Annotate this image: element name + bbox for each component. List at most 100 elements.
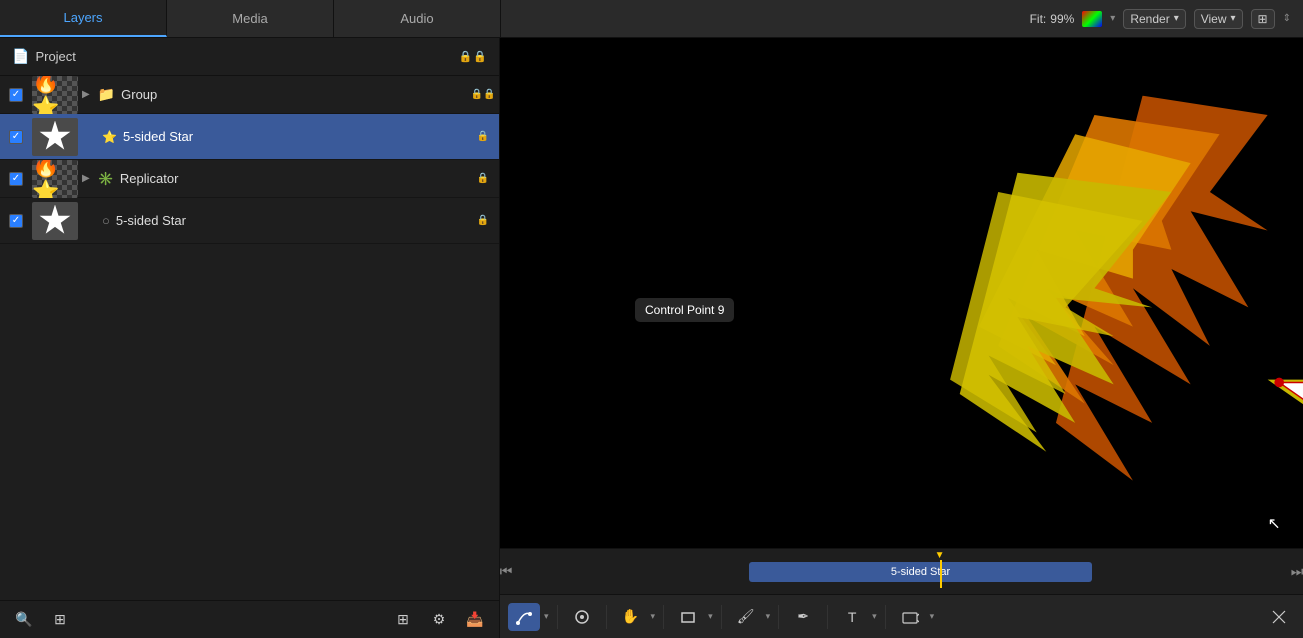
layer-name-replicator[interactable]: Replicator <box>120 171 179 186</box>
tab-spacer <box>501 0 1018 37</box>
layer-info-group: ▶ 📁 Group <box>82 86 467 103</box>
top-right-controls: Fit: 99% ▾ Render View ⊞ ⇕ <box>1018 0 1303 37</box>
bottom-bar: ⏮ 5-sided Star ⏭ <box>500 548 1303 638</box>
layer-lock-star1[interactable]: 🔒 <box>467 131 499 142</box>
layer-row-replicator[interactable]: 🔥⭐ ▶ ✳️ Replicator 🔒 <box>0 160 499 198</box>
right-toolbar-tools <box>1263 603 1295 631</box>
color-dropdown-arrow[interactable]: ▾ <box>1110 13 1115 24</box>
timeline-area: ⏮ 5-sided Star ⏭ <box>500 549 1303 594</box>
star1-type-icon: ⭐ <box>102 130 117 144</box>
layer-info-star1: ⭐ 5-sided Star <box>102 129 467 144</box>
checkbox-group[interactable] <box>9 88 23 102</box>
lock-icon-2: 🔒 <box>473 50 487 63</box>
pen-tool[interactable]: ✒ <box>787 603 819 631</box>
rectangle-arrow[interactable]: ▾ <box>708 611 713 622</box>
color-swatch[interactable] <box>1082 11 1102 27</box>
lock-star1: 🔒 <box>477 131 489 142</box>
flame-icon-group: 🔥⭐ <box>32 76 78 114</box>
transform-tool[interactable] <box>566 603 598 631</box>
search-layers-button[interactable]: 🔍 <box>8 606 40 634</box>
layer-name-group[interactable]: Group <box>121 87 157 102</box>
paint-arrow[interactable]: ▾ <box>766 611 771 622</box>
paint-tool[interactable]: 🖌 <box>730 603 762 631</box>
expand-group[interactable]: ▶ <box>82 89 90 100</box>
flame-icon-replicator: 🔥⭐ <box>32 160 78 198</box>
rectangle-tool[interactable] <box>672 603 704 631</box>
text-tool[interactable]: T <box>836 603 868 631</box>
tab-layers[interactable]: Layers <box>0 0 167 37</box>
tab-media[interactable]: Media <box>167 0 334 37</box>
camera-tool[interactable] <box>894 603 926 631</box>
layer-name-star2[interactable]: 5-sided Star <box>116 213 186 228</box>
fit-control: Fit: 99% <box>1030 12 1075 26</box>
project-lock-icons[interactable]: 🔒 🔒 <box>459 50 487 63</box>
settings-button[interactable]: ⚙ <box>423 606 455 634</box>
tool-separator-4 <box>721 605 722 629</box>
layer-row-group[interactable]: 🔥⭐ ▶ 📁 Group 🔒🔒 <box>0 76 499 114</box>
expand-replicator[interactable]: ▶ <box>82 173 90 184</box>
layer-checkbox-star1[interactable] <box>0 130 32 144</box>
text-arrow[interactable]: ▾ <box>872 611 877 622</box>
layer-checkbox-group[interactable] <box>0 88 32 102</box>
replicator-type-icon: ✳️ <box>98 171 114 187</box>
timeline-start-marker[interactable]: ⏮ <box>500 563 512 580</box>
layer-info-star2: ○ 5-sided Star <box>102 213 467 228</box>
timeline-track[interactable]: 5-sided Star <box>520 560 1283 584</box>
layer-row-star2[interactable]: ○ 5-sided Star 🔒 <box>0 198 499 244</box>
layer-thumb-star1 <box>32 118 78 156</box>
view-dropdown[interactable]: View <box>1194 9 1243 29</box>
toolbar-bottom: ▾ ✋ ▾ <box>500 594 1303 638</box>
layers-list: 🔥⭐ ▶ 📁 Group 🔒🔒 <box>0 76 499 600</box>
checkerboard-button[interactable]: ⊞ <box>387 606 419 634</box>
project-label: Project <box>35 49 75 64</box>
hand-arrow[interactable]: ▾ <box>651 611 656 622</box>
fit-label: Fit: <box>1030 12 1047 26</box>
layer-lock-star2[interactable]: 🔒 <box>467 215 499 226</box>
layout-panel-button[interactable]: ⊞ <box>44 606 76 634</box>
bezier-pen-tool[interactable] <box>508 603 540 631</box>
group-type-icon: 📁 <box>98 86 115 103</box>
layer-row-star1[interactable]: ⭐ 5-sided Star 🔒 <box>0 114 499 160</box>
project-icon: 📄 <box>12 48 29 65</box>
hand-tool[interactable]: ✋ <box>615 603 647 631</box>
lock-dual-group: 🔒🔒 <box>471 89 496 100</box>
layer-lock-replicator[interactable]: 🔒 <box>467 173 499 184</box>
layer-thumb-group: 🔥⭐ <box>32 76 78 114</box>
lock-star2: 🔒 <box>477 215 489 226</box>
star-white-thumb1 <box>39 121 71 153</box>
thumb-checkerboard-replicator: 🔥⭐ <box>32 160 78 198</box>
canvas-svg: ↖ <box>500 38 1303 548</box>
checkbox-star2[interactable] <box>9 214 23 228</box>
layer-name-star1[interactable]: 5-sided Star <box>123 129 193 144</box>
checkbox-replicator[interactable] <box>9 172 23 186</box>
layer-info-replicator: ▶ ✳️ Replicator <box>82 171 467 187</box>
lock-icon-1: 🔒 <box>459 50 473 63</box>
timeline-clip-star[interactable]: 5-sided Star <box>749 562 1092 582</box>
transform-point-tool[interactable] <box>1263 603 1295 631</box>
timeline-playhead[interactable] <box>940 560 942 588</box>
project-bar-left: 📄 Project <box>12 48 76 65</box>
tab-audio[interactable]: Audio <box>334 0 501 37</box>
camera-arrow[interactable]: ▾ <box>930 611 935 622</box>
layer-checkbox-star2[interactable] <box>0 214 32 228</box>
checkbox-star1[interactable] <box>9 130 23 144</box>
layer-lock-group[interactable]: 🔒🔒 <box>467 89 499 100</box>
tool-separator-6 <box>827 605 828 629</box>
import-button[interactable]: 📥 <box>459 606 491 634</box>
star2-circle-icon: ○ <box>102 213 110 228</box>
tool-separator-2 <box>606 605 607 629</box>
render-dropdown[interactable]: Render <box>1123 9 1185 29</box>
tool-separator-5 <box>778 605 779 629</box>
fit-value[interactable]: 99% <box>1050 12 1074 26</box>
tool-separator-3 <box>663 605 664 629</box>
window-layout-button[interactable]: ⊞ <box>1251 9 1275 29</box>
timeline-end-marker[interactable]: ⏭ <box>1291 563 1303 580</box>
bezier-pen-arrow[interactable]: ▾ <box>544 611 549 622</box>
window-arrows[interactable]: ⇕ <box>1283 13 1291 24</box>
project-bar: 📄 Project 🔒 🔒 <box>0 38 499 76</box>
layer-checkbox-replicator[interactable] <box>0 172 32 186</box>
main-area: 📄 Project 🔒 🔒 🔥⭐ <box>0 38 1303 638</box>
star-white-thumb2 <box>39 205 71 237</box>
canvas-viewport[interactable]: ↖ Control Point 9 <box>500 38 1303 548</box>
left-toolbar-tools: ▾ ✋ ▾ <box>508 603 934 631</box>
